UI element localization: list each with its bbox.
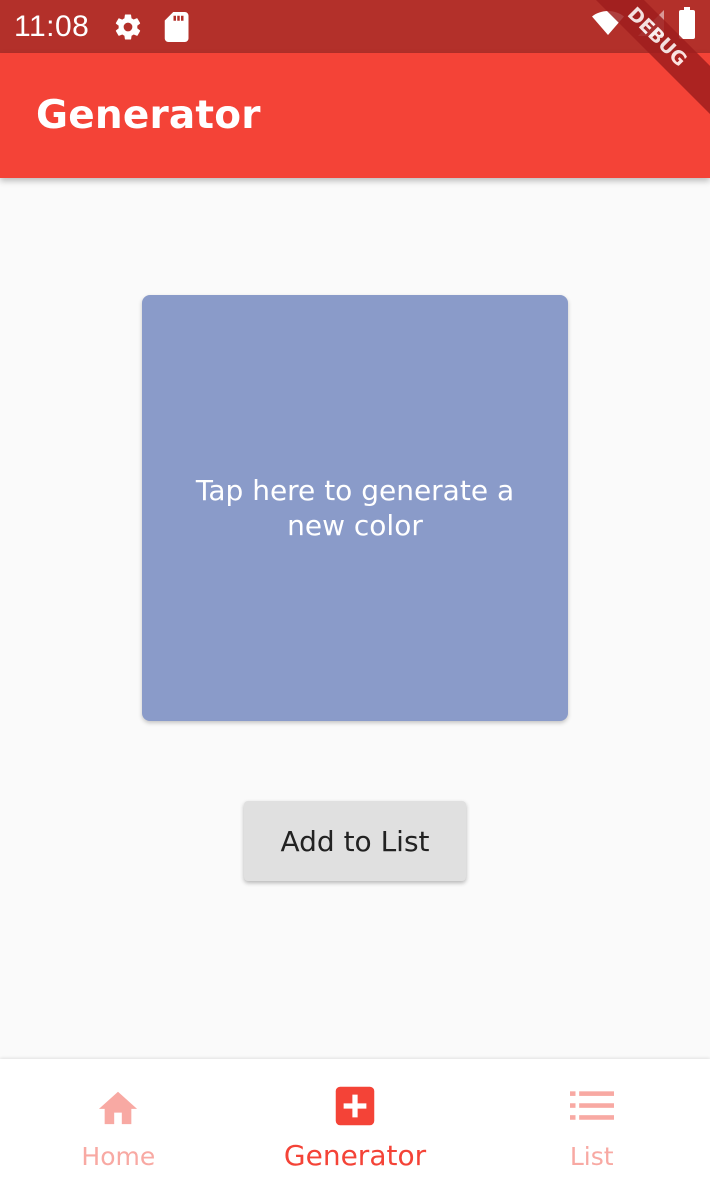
page-title: Generator	[36, 93, 261, 138]
nav-label-list: List	[569, 1142, 614, 1171]
sd-card-icon	[163, 11, 189, 42]
nav-item-home[interactable]: Home	[0, 1059, 237, 1184]
nav-label-generator: Generator	[283, 1139, 427, 1172]
nav-item-list[interactable]: List	[473, 1059, 710, 1184]
list-icon	[569, 1083, 615, 1129]
settings-icon	[113, 12, 143, 42]
nav-label-home: Home	[81, 1142, 156, 1171]
bottom-navigation: Home Generator List	[0, 1059, 710, 1184]
color-card-prompt: Tap here to generate a new color	[195, 474, 515, 542]
color-generator-card[interactable]: Tap here to generate a new color	[142, 295, 568, 721]
app-bar: Generator	[0, 53, 710, 178]
add-to-list-button[interactable]: Add to List	[244, 801, 466, 881]
nav-item-generator[interactable]: Generator	[237, 1059, 474, 1184]
home-icon	[95, 1083, 141, 1129]
add-box-icon	[332, 1083, 378, 1129]
status-time: 11:08	[14, 9, 90, 43]
